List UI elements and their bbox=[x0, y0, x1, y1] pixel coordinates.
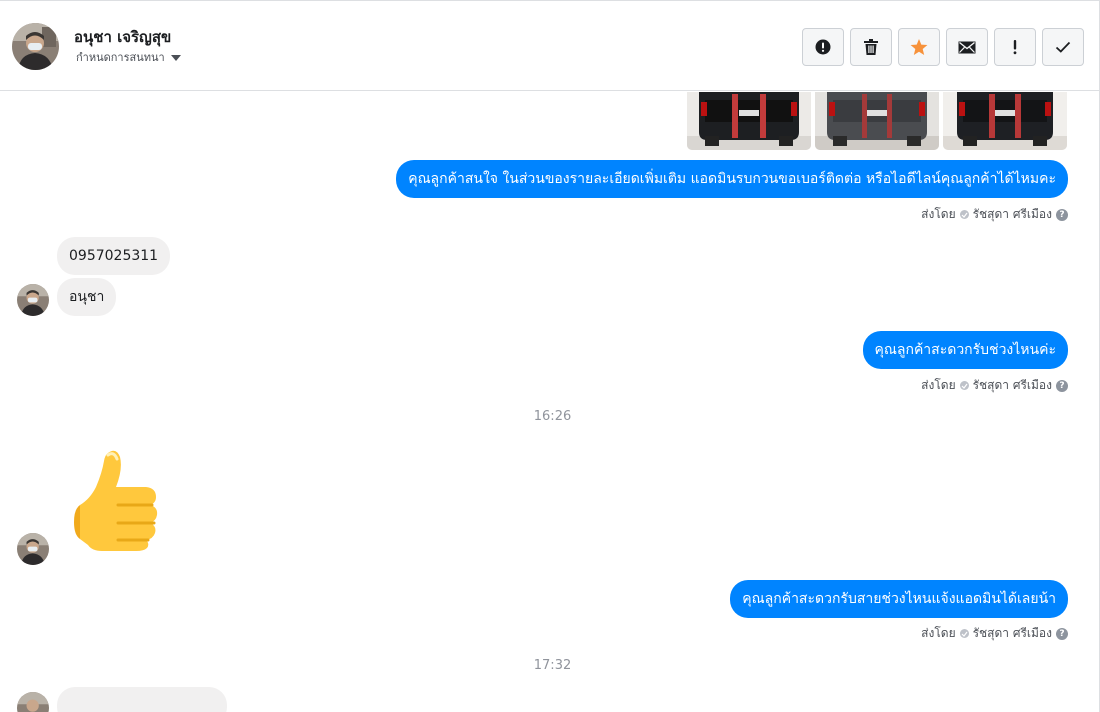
sender-name[interactable]: รัชสุดา ศรีเมือง bbox=[973, 205, 1052, 224]
sender-name[interactable]: รัชสุดา ศรีเมือง bbox=[973, 376, 1052, 395]
help-icon[interactable]: ? bbox=[1056, 379, 1068, 392]
help-icon[interactable]: ? bbox=[1056, 627, 1068, 640]
contact-name[interactable]: อนุชา เจริญสุข bbox=[74, 25, 171, 49]
thumbs-up-sticker[interactable] bbox=[70, 447, 162, 551]
mark-done-button[interactable] bbox=[1042, 28, 1084, 66]
photo-attachment-3[interactable] bbox=[943, 92, 1067, 150]
contact-avatar-small[interactable] bbox=[17, 692, 49, 712]
message-timestamp: 16:26 bbox=[533, 409, 572, 424]
conversation-view: อนุชา เจริญสุข กำหนดการสนทนา คุณลูกค้าสน… bbox=[0, 0, 1100, 712]
mark-unread-button[interactable] bbox=[946, 28, 988, 66]
assign-conversation-dropdown[interactable]: กำหนดการสนทนา bbox=[76, 48, 181, 66]
message-timestamp: 17:32 bbox=[533, 658, 572, 673]
outgoing-message[interactable]: คุณลูกค้าสะดวกรับช่วงไหนค่ะ bbox=[862, 331, 1068, 369]
checkmark-icon bbox=[1055, 41, 1071, 53]
exclamation-icon bbox=[1013, 40, 1017, 55]
follow-up-button[interactable] bbox=[994, 28, 1036, 66]
help-icon[interactable]: ? bbox=[1056, 208, 1068, 221]
incoming-message-partial[interactable] bbox=[57, 687, 227, 712]
envelope-icon bbox=[958, 41, 976, 53]
alert-circle-icon bbox=[815, 39, 831, 55]
incoming-message[interactable]: 0957025311 bbox=[57, 237, 171, 275]
star-icon bbox=[910, 38, 928, 55]
mark-spam-button[interactable] bbox=[802, 28, 844, 66]
sent-by-prefix: ส่งโดย bbox=[921, 378, 956, 392]
trash-icon bbox=[864, 39, 878, 55]
sent-by-label: ส่งโดย รัชสุดา ศรีเมือง ? bbox=[921, 376, 1068, 395]
contact-avatar[interactable] bbox=[12, 23, 59, 70]
sent-by-prefix: ส่งโดย bbox=[921, 207, 956, 221]
outgoing-message[interactable]: คุณลูกค้าสนใจ ในส่วนของรายละเอียดเพิ่มเต… bbox=[396, 160, 1068, 198]
contact-avatar-small[interactable] bbox=[17, 284, 49, 316]
seen-check-icon bbox=[959, 381, 969, 390]
seen-check-icon bbox=[959, 629, 969, 638]
delete-button[interactable] bbox=[850, 28, 892, 66]
conversation-toolbar bbox=[802, 28, 1084, 66]
sent-by-prefix: ส่งโดย bbox=[921, 626, 956, 640]
contact-avatar-small[interactable] bbox=[17, 533, 49, 565]
star-button[interactable] bbox=[898, 28, 940, 66]
incoming-message[interactable]: อนุชา bbox=[57, 278, 117, 316]
sender-name[interactable]: รัชสุดา ศรีเมือง bbox=[973, 624, 1052, 643]
photo-attachment-2[interactable] bbox=[815, 92, 939, 150]
sent-by-label: ส่งโดย รัชสุดา ศรีเมือง ? bbox=[921, 624, 1068, 643]
outgoing-message[interactable]: คุณลูกค้าสะดวกรับสายช่วงไหนแจ้งแอดมินได้… bbox=[730, 580, 1068, 618]
seen-check-icon bbox=[959, 210, 969, 219]
conversation-header: อนุชา เจริญสุข กำหนดการสนทนา bbox=[0, 1, 1099, 91]
sent-by-label: ส่งโดย รัชสุดา ศรีเมือง ? bbox=[921, 205, 1068, 224]
assign-label: กำหนดการสนทนา bbox=[76, 51, 165, 64]
photo-attachment-1[interactable] bbox=[687, 92, 811, 150]
caret-down-icon bbox=[170, 54, 181, 61]
message-thread[interactable]: คุณลูกค้าสนใจ ในส่วนของรายละเอียดเพิ่มเต… bbox=[0, 92, 1099, 712]
